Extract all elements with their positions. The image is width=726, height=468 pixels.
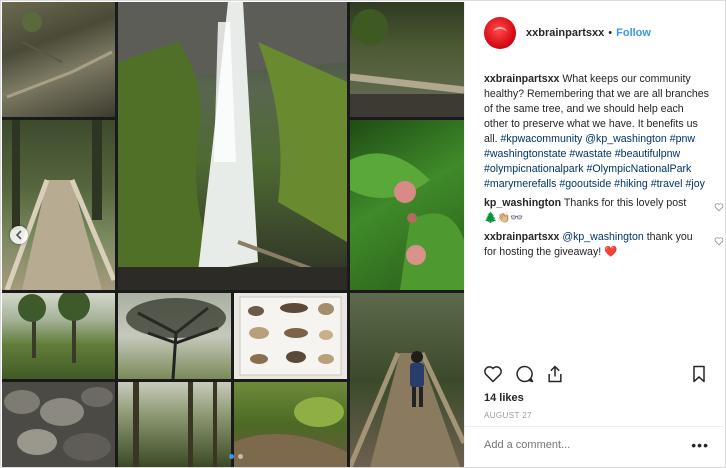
photo-tree-silhouette-art bbox=[126, 298, 226, 379]
hashtag[interactable]: #kpwacommunity bbox=[501, 133, 583, 145]
carousel-dot-active bbox=[229, 454, 234, 459]
hashtag[interactable]: #travel bbox=[651, 178, 683, 190]
photo-river-stones-art bbox=[4, 387, 113, 461]
hashtag[interactable]: #gooutside bbox=[559, 178, 611, 190]
post-media-collage[interactable] bbox=[2, 2, 464, 467]
header-separator: • bbox=[608, 27, 613, 39]
speech-bubble-icon[interactable] bbox=[515, 364, 535, 384]
comment-like-heart-icon[interactable] bbox=[714, 236, 724, 246]
heart-outline-icon[interactable] bbox=[483, 364, 503, 384]
photo-grassy-field-art bbox=[18, 293, 90, 363]
instagram-post: xxbrainpartsxx • Follow xxbrainpartsxx W… bbox=[0, 0, 726, 468]
hashtag[interactable]: #pnw bbox=[670, 133, 695, 145]
photo-mossy-creek bbox=[234, 382, 347, 467]
hashtag[interactable]: #washingtonstate bbox=[484, 148, 566, 160]
comment-item: kp_washington Thanks for this lovely pos… bbox=[484, 196, 724, 226]
photo-forest-floor bbox=[2, 2, 115, 117]
photo-mossy-creek-art bbox=[234, 397, 347, 467]
photo-forest-light bbox=[118, 382, 231, 467]
hashtag[interactable]: #marymerefalls bbox=[484, 178, 556, 190]
post-date[interactable]: August 27 bbox=[484, 411, 532, 420]
photo-forest-light-art bbox=[133, 382, 217, 467]
hashtag[interactable]: #wastate bbox=[569, 148, 611, 160]
add-comment-bar: ••• bbox=[465, 426, 726, 468]
hashtag[interactable]: #OlympicNationalPark bbox=[586, 163, 691, 175]
share-upload-icon[interactable] bbox=[545, 364, 565, 384]
carousel-dot bbox=[238, 454, 243, 459]
chevron-left-icon bbox=[15, 230, 22, 240]
hashtag[interactable]: #olympicnationalpark bbox=[484, 163, 584, 175]
comment-like-heart-icon[interactable] bbox=[714, 202, 724, 212]
post-actions-bar bbox=[465, 362, 726, 388]
comment-username[interactable]: kp_washington bbox=[484, 197, 561, 209]
photo-fallen-log bbox=[350, 2, 464, 117]
post-details-panel: xxbrainpartsxx • Follow xxbrainpartsxx W… bbox=[464, 2, 726, 468]
photo-waterfall bbox=[118, 2, 347, 290]
photo-wooden-bridge bbox=[2, 120, 115, 290]
photo-hiker-boardwalk-art bbox=[350, 351, 464, 467]
photo-specimen-tray bbox=[234, 293, 347, 379]
follow-button[interactable]: Follow bbox=[616, 27, 651, 39]
photo-specimen-tray-art bbox=[239, 296, 342, 376]
comment-mention[interactable]: @kp_washington bbox=[562, 231, 643, 243]
post-header: xxbrainpartsxx • Follow bbox=[465, 2, 726, 64]
carousel-prev-button[interactable] bbox=[10, 226, 28, 244]
hashtag[interactable]: #hiking bbox=[614, 178, 648, 190]
photo-fallen-log-art bbox=[350, 9, 464, 117]
photo-salmonberries-art bbox=[350, 153, 464, 290]
photo-salmonberries bbox=[350, 120, 464, 290]
photo-wooden-bridge-art bbox=[4, 120, 115, 290]
photo-tree-silhouette bbox=[118, 293, 231, 379]
photo-forest-floor-art bbox=[6, 12, 113, 99]
post-caption: xxbrainpartsxx What keeps our community … bbox=[484, 72, 710, 192]
photo-river-stones bbox=[2, 382, 115, 467]
caption-username[interactable]: xxbrainpartsxx bbox=[484, 73, 559, 85]
mention[interactable]: @kp_washington bbox=[585, 133, 666, 145]
hashtag[interactable]: #beautifulpnw bbox=[615, 148, 680, 160]
add-comment-input[interactable] bbox=[484, 439, 684, 451]
photo-waterfall-art bbox=[118, 2, 347, 290]
comments-list: xxbrainpartsxx What keeps our community … bbox=[484, 72, 724, 264]
likes-count[interactable]: 14 likes bbox=[484, 392, 524, 404]
bookmark-icon[interactable] bbox=[689, 364, 709, 384]
hashtag[interactable]: #joy bbox=[685, 178, 704, 190]
comment-username[interactable]: xxbrainpartsxx bbox=[484, 231, 559, 243]
carousel-indicator bbox=[229, 454, 243, 459]
author-username[interactable]: xxbrainpartsxx bbox=[526, 27, 604, 39]
avatar[interactable] bbox=[484, 17, 516, 49]
more-options-button[interactable]: ••• bbox=[691, 437, 709, 453]
photo-hiker-boardwalk bbox=[350, 293, 464, 467]
comment-item: xxbrainpartsxx @kp_washington thank you … bbox=[484, 230, 724, 260]
photo-grassy-field bbox=[2, 293, 115, 379]
